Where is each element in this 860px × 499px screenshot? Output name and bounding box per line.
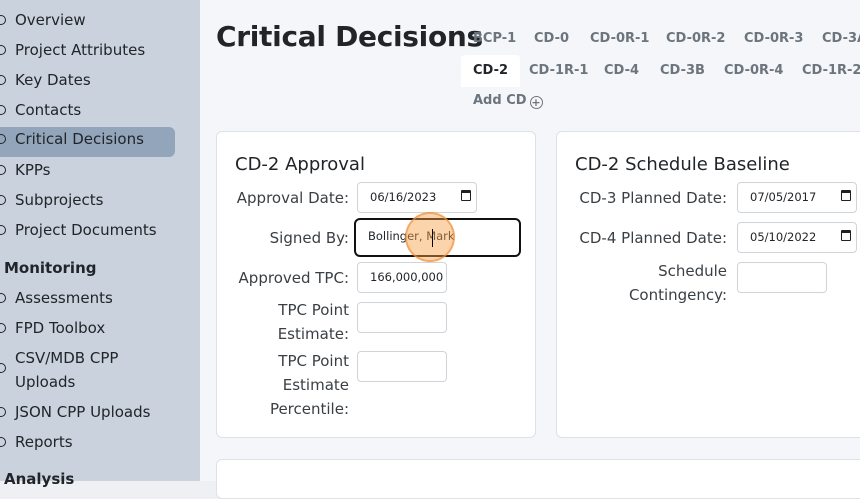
add-cd-label: Add CD: [473, 93, 527, 108]
sidebar-item-reports[interactable]: Reports: [0, 430, 175, 460]
next-card: [216, 459, 860, 499]
tab-cd-0[interactable]: CD-0: [522, 23, 581, 55]
tab-cd-0r-2[interactable]: CD-0R-2: [654, 23, 737, 55]
sidebar-item-label: Overview: [15, 11, 86, 29]
sidebar-item-critical-decisions[interactable]: Critical Decisions: [0, 127, 175, 157]
cd4-planned-date-field[interactable]: 05/10/2022: [737, 222, 857, 253]
tab-cd-4[interactable]: CD-4: [592, 55, 651, 87]
approved-tpc-value: 166,000,000: [370, 270, 444, 284]
sidebar-item-fpd-toolbox[interactable]: FPD Toolbox: [0, 316, 175, 346]
sidebar-item-json-cpp-uploads[interactable]: JSON CPP Uploads: [0, 400, 175, 430]
bullet-icon: [0, 105, 6, 115]
approval-date-value: 06/16/2023: [370, 190, 437, 204]
sidebar-item-label: Key Dates: [15, 71, 91, 89]
plus-circle-icon: +: [529, 96, 543, 109]
sidebar-item-label: Contacts: [15, 101, 82, 119]
cd4-planned-date-value: 05/10/2022: [750, 230, 817, 244]
sidebar-item-label: FPD Toolbox: [15, 319, 106, 337]
approved-tpc-label: Approved TPC:: [238, 269, 349, 287]
cd2-approval-card: CD-2 Approval Approval Date: 06/16/2023 …: [216, 131, 536, 438]
cd2-schedule-baseline-card: CD-2 Schedule Baseline CD-3 Planned Date…: [556, 131, 860, 438]
bullet-icon: [0, 45, 6, 55]
sidebar-item-label: Project Documents: [15, 221, 157, 239]
sidebar-item-label: Reports: [15, 433, 73, 451]
sidebar-item-label: Subprojects: [15, 191, 104, 209]
text-caret: [432, 229, 433, 247]
sidebar-item-label: JSON CPP Uploads: [15, 403, 151, 421]
bullet-icon: [0, 165, 6, 175]
sidebar-item-key-dates[interactable]: Key Dates: [0, 68, 175, 98]
sidebar-item-csv-mdb-uploads[interactable]: CSV/MDB CPP Uploads: [0, 346, 142, 394]
schedule-contingency-input[interactable]: [737, 262, 827, 293]
sidebar-heading-monitoring: Monitoring: [4, 259, 97, 277]
cd3-planned-date-value: 07/05/2017: [750, 190, 817, 204]
cd4-planned-date-label: CD-4 Planned Date:: [579, 229, 727, 247]
tab-cd-1r-2[interactable]: CD-1R-2: [790, 55, 860, 87]
main-content: Critical Decisions BCP-1 CD-0 CD-0R-1 CD…: [200, 0, 860, 499]
tab-cd-0r-4[interactable]: CD-0R-4: [712, 55, 795, 87]
page-title: Critical Decisions: [216, 20, 483, 53]
approval-date-field[interactable]: 06/16/2023: [357, 182, 477, 213]
sidebar-item-label: Assessments: [15, 289, 113, 307]
sidebar-item-label: Critical Decisions: [15, 130, 144, 148]
sidebar-item-kpps[interactable]: KPPs: [0, 158, 175, 188]
bullet-icon: [0, 293, 6, 303]
bullet-icon: [0, 225, 6, 235]
tpc-point-estimate-label: TPC Point Estimate:: [277, 301, 349, 343]
sidebar-item-label: CSV/MDB CPP Uploads: [15, 349, 119, 391]
sidebar-item-subprojects[interactable]: Subprojects: [0, 188, 175, 218]
calendar-icon[interactable]: [841, 230, 851, 241]
click-indicator: [405, 212, 455, 262]
sidebar-item-label: KPPs: [15, 161, 51, 179]
sidebar: Overview Project Attributes Key Dates Co…: [0, 0, 200, 488]
sidebar-item-project-attributes[interactable]: Project Attributes: [0, 38, 175, 68]
bullet-icon: [0, 407, 6, 417]
tab-bcp-1[interactable]: BCP-1: [461, 23, 528, 55]
sidebar-item-contacts[interactable]: Contacts: [0, 98, 175, 128]
add-cd-button[interactable]: Add CD +: [473, 93, 543, 109]
tpc-point-estimate-input[interactable]: [357, 302, 447, 333]
bullet-icon: [0, 437, 6, 447]
cd3-planned-date-field[interactable]: 07/05/2017: [737, 182, 857, 213]
tab-cd-1r-1[interactable]: CD-1R-1: [517, 55, 600, 87]
bullet-icon: [0, 75, 6, 85]
bullet-icon: [0, 323, 6, 333]
tpc-percentile-input[interactable]: [357, 351, 447, 382]
tab-cd-0r-1[interactable]: CD-0R-1: [578, 23, 661, 55]
calendar-icon[interactable]: [841, 190, 851, 201]
tab-cd-0r-3[interactable]: CD-0R-3: [732, 23, 815, 55]
tab-cd-3a[interactable]: CD-3A: [810, 23, 860, 55]
approval-date-label: Approval Date:: [236, 189, 349, 207]
tab-cd-3b[interactable]: CD-3B: [648, 55, 717, 87]
bullet-icon: [0, 134, 6, 144]
schedule-contingency-label: Schedule Contingency:: [628, 262, 727, 304]
bullet-icon: [0, 363, 6, 373]
card-title: CD-2 Schedule Baseline: [575, 154, 790, 175]
bullet-icon: [0, 195, 6, 205]
calendar-icon[interactable]: [461, 190, 471, 201]
sidebar-item-overview[interactable]: Overview: [0, 8, 175, 38]
signed-by-label: Signed By:: [269, 229, 349, 247]
sidebar-item-assessments[interactable]: Assessments: [0, 286, 175, 316]
sidebar-item-project-documents[interactable]: Project Documents: [0, 218, 175, 248]
sidebar-heading-analysis: Analysis: [4, 470, 75, 488]
bullet-icon: [0, 15, 6, 25]
cd3-planned-date-label: CD-3 Planned Date:: [579, 189, 727, 207]
tab-cd-2[interactable]: CD-2: [461, 55, 521, 87]
card-title: CD-2 Approval: [235, 154, 365, 175]
approved-tpc-input[interactable]: 166,000,000: [357, 262, 447, 293]
tpc-percentile-label: TPC Point Estimate Percentile:: [269, 352, 349, 418]
sidebar-item-label: Project Attributes: [15, 41, 146, 59]
